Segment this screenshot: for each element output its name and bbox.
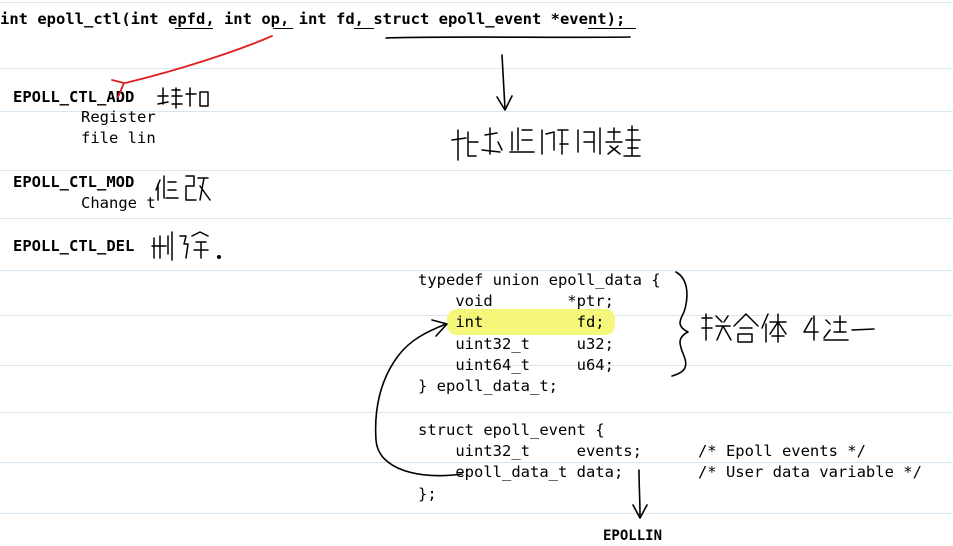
struct-line-2: uint32_t events; /* Epoll events */ — [418, 442, 866, 460]
handwritten-describe-type — [451, 125, 641, 161]
sig-sep2: , int — [279, 10, 336, 28]
op-add-desc-2: file lin — [81, 129, 156, 147]
op-add-desc-1: Register — [81, 108, 156, 126]
sig-sep1: , int — [205, 10, 262, 28]
op-underline — [273, 28, 293, 29]
arg-epfd: epfd — [167, 10, 206, 28]
arg-event: event — [559, 10, 607, 28]
red-arrow-icon — [111, 35, 273, 98]
handwritten-union-choose-one — [701, 313, 875, 343]
union-line-4: uint32_t u32; — [418, 335, 614, 353]
union-line-1: typedef union epoll_data { — [418, 271, 661, 289]
union-line-2: void *ptr; — [418, 292, 614, 310]
epfd-underline — [175, 28, 213, 29]
union-line-6: } epoll_data_t; — [418, 377, 558, 395]
union-line-3: int fd; — [418, 313, 605, 331]
struct-line-3: epoll_data_t data; /* User data variable… — [418, 463, 922, 481]
op-add-name: EPOLL_CTL_ADD — [13, 88, 135, 106]
fd-underline — [354, 28, 374, 29]
struct-underline — [385, 36, 631, 39]
handwritten-delete — [151, 231, 222, 261]
epollin-label: EPOLLIN — [603, 528, 663, 544]
down-arrow-icon — [496, 54, 513, 111]
union-line-5: uint64_t u64; — [418, 356, 614, 374]
op-mod-desc-1: Change t — [81, 194, 156, 212]
sig-sep3: , struct epoll_event * — [354, 10, 560, 28]
op-mod-name: EPOLL_CTL_MOD — [13, 173, 135, 191]
handwritten-add — [157, 87, 209, 109]
union-brace — [671, 271, 689, 377]
op-del-name: EPOLL_CTL_DEL — [13, 237, 135, 255]
arg-fd: fd — [335, 10, 355, 28]
sig-prefix: int epoll_ctl(int — [0, 10, 168, 28]
arg-op: op — [261, 10, 280, 28]
epoll-ctl-signature: int epoll_ctl(int epfd, int op, int fd, … — [0, 9, 625, 29]
sig-suffix: ); — [606, 10, 626, 28]
struct-line-4: }; — [418, 485, 437, 503]
handwritten-modify — [155, 175, 211, 201]
struct-line-1: struct epoll_event { — [418, 421, 605, 439]
event-underline — [588, 28, 636, 29]
